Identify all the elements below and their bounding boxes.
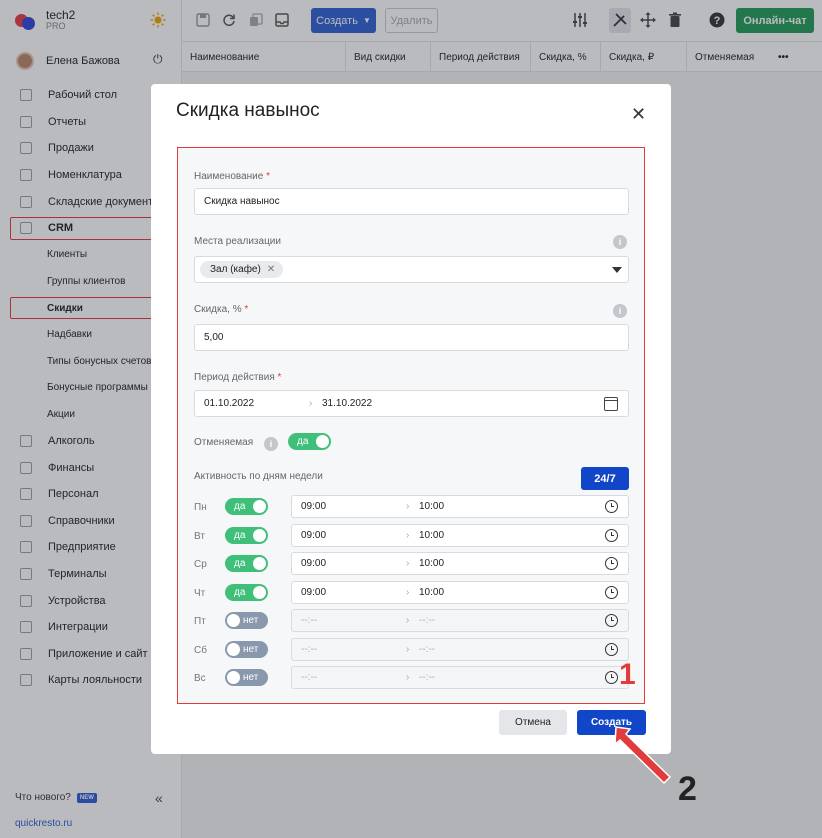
time-to[interactable]: 10:00 xyxy=(419,587,444,598)
period-input[interactable]: 01.10.2022 › 31.10.2022 xyxy=(194,390,629,417)
period-from: 01.10.2022 xyxy=(204,398,255,409)
day-toggle[interactable]: да xyxy=(225,526,268,544)
discount-modal: Скидка навынос ✕ Наименование * Скидка н… xyxy=(151,84,671,754)
annotation-step-1: 1 xyxy=(619,658,636,691)
name-label: Наименование * xyxy=(194,171,271,182)
time-separator-icon: › xyxy=(406,529,410,541)
day-toggle-label: да xyxy=(234,586,246,598)
time-to[interactable]: --:-- xyxy=(419,644,435,655)
clock-icon[interactable] xyxy=(605,557,618,570)
day-time-range[interactable]: 09:00 › 10:00 xyxy=(291,495,629,518)
day-toggle-label: да xyxy=(234,529,246,541)
day-toggle-label: нет xyxy=(243,643,259,655)
time-from[interactable]: 09:00 xyxy=(301,530,326,541)
day-toggle[interactable]: да xyxy=(225,583,268,601)
cancelable-label: Отменяемая xyxy=(194,437,254,448)
time-from[interactable]: --:-- xyxy=(301,672,317,683)
remove-tag-icon[interactable]: ✕ xyxy=(267,264,275,275)
day-label: Вс xyxy=(194,673,206,684)
discount-info-icon[interactable]: i xyxy=(613,304,627,318)
toggle-knob xyxy=(227,671,240,684)
clock-icon[interactable] xyxy=(605,528,618,542)
place-tag: Зал (кафе) ✕ xyxy=(200,261,284,278)
name-input[interactable]: Скидка навынос xyxy=(194,188,629,215)
day-label: Чт xyxy=(194,587,206,599)
weekdays-label: Активность по дням недели xyxy=(194,471,323,482)
clock-icon[interactable] xyxy=(605,642,618,656)
day-label: Вт xyxy=(194,530,205,542)
time-to[interactable]: 10:00 xyxy=(419,501,444,512)
places-label: Места реализации xyxy=(194,236,281,247)
day-toggle[interactable]: нет xyxy=(225,612,268,629)
time-to[interactable]: --:-- xyxy=(419,615,435,626)
day-toggle[interactable]: да xyxy=(225,498,268,515)
cancel-button[interactable]: Отмена xyxy=(499,710,567,735)
day-toggle[interactable]: нет xyxy=(225,640,268,658)
day-toggle[interactable]: нет xyxy=(225,669,268,686)
time-to[interactable]: 10:00 xyxy=(419,530,444,541)
time-separator-icon: › xyxy=(406,643,410,655)
day-label: Пн xyxy=(194,502,207,513)
time-separator-icon: › xyxy=(406,558,410,569)
day-time-range[interactable]: 09:00 › 10:00 xyxy=(291,523,629,547)
discount-label: Скидка, % * xyxy=(194,304,249,315)
modal-title: Скидка навынос xyxy=(176,100,320,121)
toggle-knob xyxy=(227,642,240,656)
day-toggle-label: да xyxy=(234,558,246,569)
period-label: Период действия * xyxy=(194,372,282,383)
annotation-step-2: 2 xyxy=(678,770,697,808)
cancelable-toggle-label: да xyxy=(297,436,309,447)
time-separator-icon: › xyxy=(406,672,410,683)
time-separator-icon: › xyxy=(406,615,410,626)
calendar-icon[interactable] xyxy=(604,397,618,411)
clock-icon[interactable] xyxy=(605,614,618,627)
day-time-range[interactable]: 09:00 › 10:00 xyxy=(291,552,629,575)
all-week-button[interactable]: 24/7 xyxy=(581,467,629,490)
places-select[interactable]: Зал (кафе) ✕ xyxy=(194,256,629,283)
day-toggle[interactable]: да xyxy=(225,555,268,572)
close-icon[interactable]: ✕ xyxy=(631,104,646,125)
time-from[interactable]: 09:00 xyxy=(301,587,326,598)
day-time-range[interactable]: --:-- › --:-- xyxy=(291,666,629,689)
period-to: 31.10.2022 xyxy=(322,398,373,409)
place-tag-label: Зал (кафе) xyxy=(210,264,261,275)
time-to[interactable]: 10:00 xyxy=(419,558,444,569)
clock-icon[interactable] xyxy=(605,585,618,599)
day-toggle-label: да xyxy=(234,501,246,512)
clock-icon[interactable] xyxy=(605,671,618,684)
cancelable-toggle[interactable]: да xyxy=(288,433,331,450)
discount-form: Наименование * Скидка навынос Места реал… xyxy=(177,147,645,704)
annotation-arrow-icon xyxy=(614,726,672,785)
dropdown-arrow-icon[interactable] xyxy=(612,267,622,273)
cancelable-info-icon[interactable]: i xyxy=(264,437,278,451)
toggle-knob xyxy=(253,585,266,599)
time-separator-icon: › xyxy=(406,501,410,512)
clock-icon[interactable] xyxy=(605,500,618,513)
day-label: Пт xyxy=(194,616,206,627)
time-separator-icon: › xyxy=(406,586,410,598)
places-info-icon[interactable]: i xyxy=(613,235,627,249)
discount-input[interactable]: 5,00 xyxy=(194,324,629,351)
day-time-range[interactable]: --:-- › --:-- xyxy=(291,609,629,632)
day-label: Сб xyxy=(194,644,207,656)
time-from[interactable]: 09:00 xyxy=(301,558,326,569)
day-toggle-label: нет xyxy=(243,615,259,626)
toggle-knob xyxy=(227,614,240,627)
time-from[interactable]: --:-- xyxy=(301,615,317,626)
toggle-knob xyxy=(253,557,266,570)
time-from[interactable]: 09:00 xyxy=(301,501,326,512)
toggle-knob xyxy=(253,528,266,542)
toggle-knob xyxy=(253,500,266,513)
day-time-range[interactable]: --:-- › --:-- xyxy=(291,637,629,661)
day-label: Ср xyxy=(194,559,207,570)
time-from[interactable]: --:-- xyxy=(301,644,317,655)
day-time-range[interactable]: 09:00 › 10:00 xyxy=(291,580,629,604)
period-separator-icon: › xyxy=(309,398,313,409)
day-toggle-label: нет xyxy=(243,672,259,683)
time-to[interactable]: --:-- xyxy=(419,672,435,683)
